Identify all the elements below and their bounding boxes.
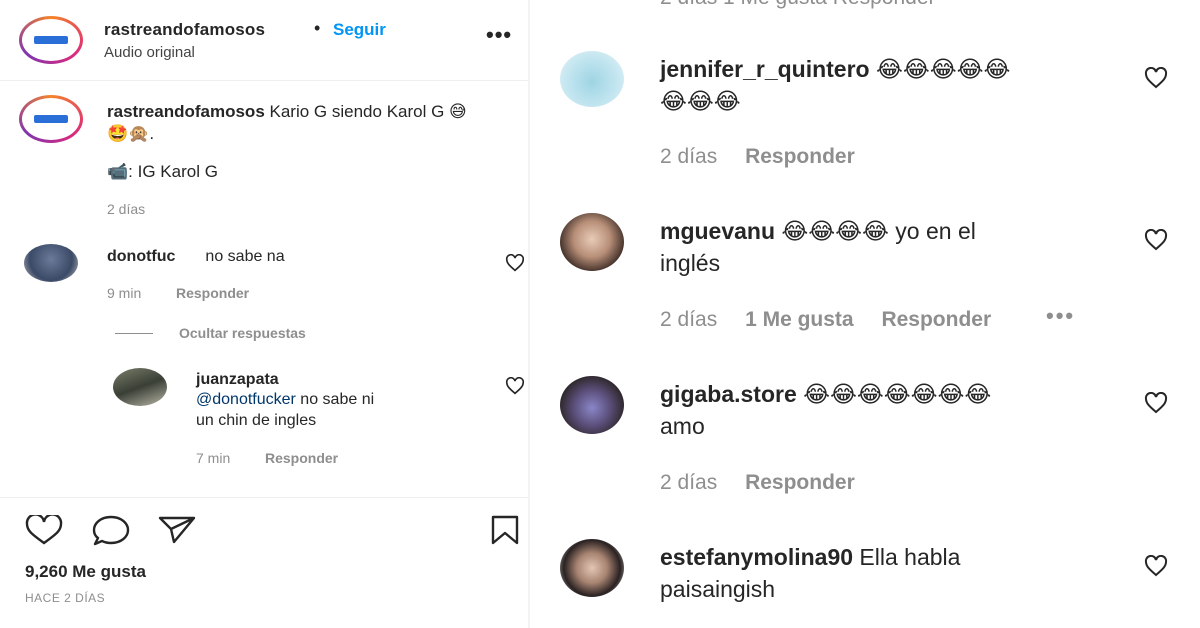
comment-username[interactable]: jennifer_r_quintero: [660, 56, 870, 82]
commenter-avatar[interactable]: [24, 244, 78, 282]
caption-credit: 📹: IG Karol G: [107, 162, 218, 181]
comment-text-line2: paisaingish: [660, 576, 776, 602]
comment-bubble-icon[interactable]: [90, 514, 132, 546]
post-author-avatar[interactable]: [19, 16, 83, 64]
reply-mention[interactable]: @donotfucker: [196, 391, 296, 408]
comment-username[interactable]: gigaba.store: [660, 381, 797, 407]
like-comment-heart-icon[interactable]: [1144, 229, 1168, 251]
comment-text: donotfuc no sabe na: [107, 245, 285, 269]
comment-more-icon[interactable]: •••: [1046, 303, 1075, 329]
like-heart-icon[interactable]: [24, 515, 64, 545]
caption-time: 2 días: [107, 201, 146, 217]
clipped-comment-meta: 2 días 1 Me gusta Responder: [660, 0, 936, 10]
share-send-icon[interactable]: [157, 515, 197, 545]
actions-divider: [0, 497, 528, 498]
commenter-avatar[interactable]: [560, 51, 624, 107]
comment-meta: 2 días Responder: [660, 471, 877, 495]
comment-meta: 2 días Responder: [660, 145, 877, 169]
comment-text-line2: amo: [660, 413, 705, 439]
caption-username[interactable]: rastreandofamosos: [107, 102, 265, 121]
caption-text: rastreandofamosos Kario G siendo Karol G…: [107, 101, 487, 145]
comment-text-line2: inglés: [660, 250, 721, 276]
comment-text-line2: 😂😂😂: [660, 88, 741, 114]
comment-text-line1: estefanymolina90 Ella habla: [660, 541, 1130, 574]
comment-body: 😂😂😂😂😂😂😂: [803, 381, 992, 407]
comment-text-line1: gigaba.store 😂😂😂😂😂😂😂: [660, 378, 1130, 411]
post-panel: rastreandofamosos • Seguir Audio origina…: [0, 0, 530, 628]
save-bookmark-icon[interactable]: [488, 514, 522, 546]
like-comment-heart-icon[interactable]: [1144, 392, 1168, 414]
commenter-avatar[interactable]: [560, 539, 624, 597]
more-options-icon[interactable]: •••: [486, 22, 512, 48]
comment-time: 2 días: [660, 471, 718, 494]
reply-text-line2: un chin de ingles: [196, 412, 317, 429]
likes-count[interactable]: 9,260 Me gusta: [25, 562, 146, 582]
comment-username[interactable]: mguevanu: [660, 218, 775, 244]
like-comment-heart-icon[interactable]: [1144, 67, 1168, 89]
header-divider: [0, 80, 528, 81]
comment-time: 2 días: [660, 308, 718, 331]
reply-body-1: no sabe ni: [295, 391, 375, 408]
comment-text-line1: jennifer_r_quintero 😂😂😂😂😂: [660, 53, 1130, 86]
comment-username[interactable]: estefanymolina90: [660, 544, 853, 570]
comment-likes[interactable]: 1 Me gusta: [745, 308, 854, 331]
reply-button[interactable]: Responder: [745, 471, 855, 494]
comment-meta: 2 días 1 Me gusta Responder: [660, 308, 1013, 332]
follow-button[interactable]: Seguir: [333, 20, 386, 40]
comment-body: 😂😂😂😂 yo en el: [781, 218, 976, 244]
caption-author-avatar[interactable]: [19, 95, 83, 143]
reply-button[interactable]: Responder: [745, 145, 855, 168]
like-comment-heart-icon[interactable]: [1144, 555, 1168, 577]
comment-body: Ella habla: [859, 544, 961, 570]
reply-button[interactable]: Responder: [881, 308, 991, 331]
comment-time: 9 min: [107, 285, 142, 301]
post-author-username[interactable]: rastreandofamosos: [104, 20, 265, 40]
comment-text-line1: mguevanu 😂😂😂😂 yo en el: [660, 215, 1130, 248]
hide-replies-button[interactable]: Ocultar respuestas: [179, 325, 306, 341]
separator-dot: •: [314, 18, 321, 38]
comment-username[interactable]: donotfuc: [107, 248, 175, 265]
replies-line: [115, 333, 153, 334]
reply-author-avatar[interactable]: [113, 368, 167, 406]
comment-body: 😂😂😂😂😂: [876, 56, 1011, 82]
reply-button[interactable]: Responder: [176, 285, 249, 301]
post-date: HACE 2 DÍAS: [25, 591, 106, 605]
commenter-avatar[interactable]: [560, 213, 624, 271]
comment-time: 2 días: [660, 145, 718, 168]
comment-body: no sabe na: [205, 248, 285, 265]
commenter-avatar[interactable]: [560, 376, 624, 434]
audio-link[interactable]: Audio original: [104, 44, 195, 61]
like-comment-heart-icon[interactable]: [505, 254, 525, 272]
reply-reply-button[interactable]: Responder: [265, 450, 338, 466]
reply-time: 7 min: [196, 450, 231, 466]
like-reply-heart-icon[interactable]: [505, 377, 525, 395]
